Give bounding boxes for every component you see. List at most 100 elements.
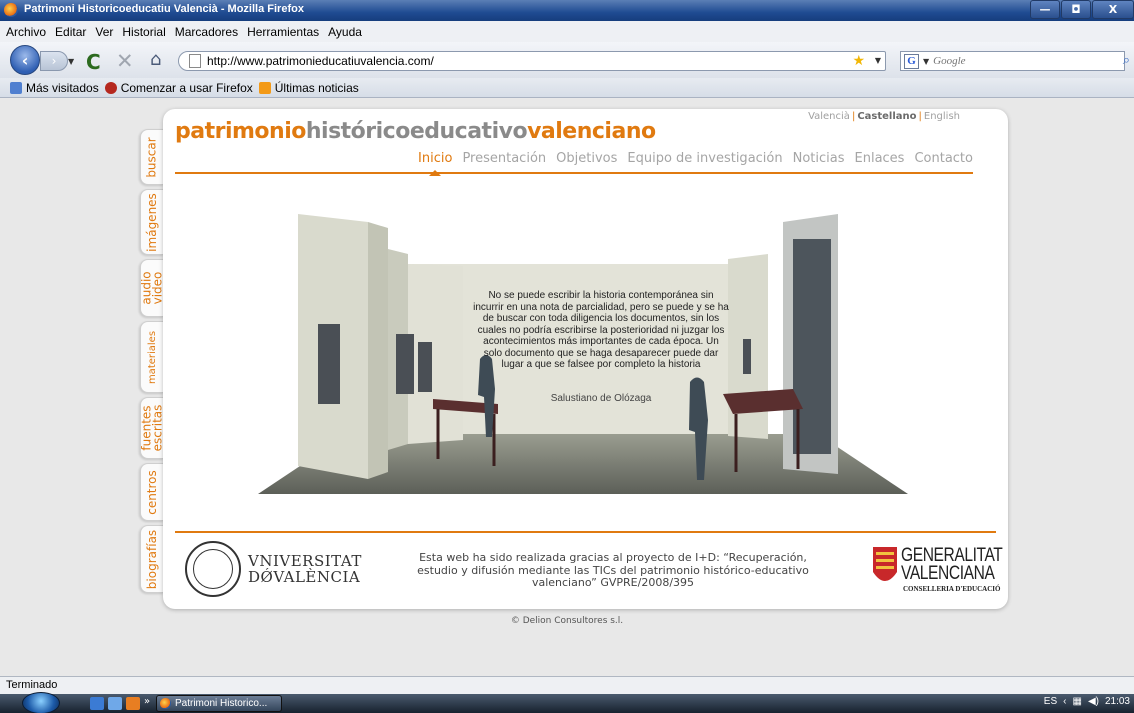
university-seal-icon[interactable] <box>185 541 241 597</box>
side-tab-label: biografías <box>145 529 159 589</box>
menu-marcadores[interactable]: Marcadores <box>175 25 238 39</box>
window-title: Patrimoni Historicoeducatiu Valencià - M… <box>24 3 304 15</box>
minimize-button[interactable]: — <box>1030 0 1060 19</box>
reload-button[interactable]: C <box>86 50 101 74</box>
search-icon[interactable]: ⌕ <box>1123 53 1130 68</box>
footer-divider <box>175 531 996 533</box>
search-input[interactable] <box>933 55 1094 67</box>
side-tab-imagenes[interactable]: imágenes <box>140 189 164 255</box>
search-bar: G ▼ ⌕ <box>900 51 1130 71</box>
search-engine-dropdown-icon[interactable]: ▼ <box>923 57 929 66</box>
bookmark-ultimas-noticias[interactable]: Últimas noticias <box>258 80 359 95</box>
lang-separator: | <box>851 111 856 122</box>
back-button[interactable]: ‹ <box>10 45 40 75</box>
menu-editar[interactable]: Editar <box>55 25 86 39</box>
show-desktop-icon[interactable] <box>90 697 104 710</box>
bookmarks-toolbar: Más visitados Comenzar a usar Firefox Úl… <box>0 78 1134 98</box>
volume-icon[interactable]: ◀) <box>1088 696 1099 707</box>
window-titlebar: Patrimoni Historicoeducatiu Valencià - M… <box>0 0 1134 21</box>
forward-button[interactable]: › <box>40 51 68 71</box>
university-line-1: VNIVERSITAT <box>248 552 362 570</box>
google-icon[interactable]: G <box>904 53 919 69</box>
lang-valencia[interactable]: Valencià <box>808 111 850 122</box>
smart-bookmark-icon <box>10 81 22 94</box>
network-icon[interactable]: ▦ <box>1072 696 1081 707</box>
side-tab-materiales[interactable]: materiales <box>140 321 164 393</box>
side-tab-fuentes-escritas[interactable]: fuentes escritas <box>139 397 165 459</box>
page-icon <box>189 54 201 68</box>
logo-part-2: históricoeducativo <box>305 119 528 144</box>
menu-herramientas[interactable]: Herramientas <box>247 25 319 39</box>
clock[interactable]: 21:03 <box>1105 696 1130 707</box>
nav-contacto[interactable]: Contacto <box>914 151 973 166</box>
system-tray: ES ‹ ▦ ◀) 21:03 <box>1038 696 1130 707</box>
side-tab-label: fuentes escritas <box>139 404 165 452</box>
bookmark-comenzar-firefox[interactable]: Comenzar a usar Firefox <box>104 80 253 95</box>
conselleria-label: CONSELLERIA D'EDUCACIÓ <box>903 585 1001 593</box>
start-button[interactable] <box>22 692 60 713</box>
side-tab-buscar[interactable]: buscar <box>140 129 164 185</box>
side-tab-label: audio video <box>139 271 165 305</box>
generalitat-line-2: VALENCIANA <box>901 563 995 584</box>
lang-separator: | <box>918 111 922 122</box>
input-language[interactable]: ES <box>1044 696 1057 707</box>
project-credit: Esta web ha sido realizada gracias al pr… <box>417 551 809 589</box>
lang-english[interactable]: English <box>924 111 960 122</box>
generalitat-shield-icon <box>873 547 897 581</box>
navigation-toolbar: › ‹ ▼ C ✕ ⌂ http://www.patrimonieducatiu… <box>0 42 1134 78</box>
media-player-icon[interactable] <box>126 697 140 710</box>
lang-castellano[interactable]: Castellano <box>857 111 916 122</box>
copyright: © Delion Consultores s.l. <box>510 616 624 626</box>
window-controls: — ◘ X <box>1029 0 1134 21</box>
bookmark-mas-visitados[interactable]: Más visitados <box>10 81 99 95</box>
side-tab-centros[interactable]: centros <box>140 463 164 521</box>
bookmark-label: Comenzar a usar Firefox <box>120 80 253 95</box>
bookmark-star-icon[interactable]: ★ <box>852 53 865 69</box>
bookmark-label: Últimas noticias <box>274 80 359 95</box>
nav-enlaces[interactable]: Enlaces <box>855 151 905 166</box>
side-tab-label: materiales <box>147 330 159 384</box>
url-text[interactable]: http://www.patrimonieducatiuvalencia.com… <box>207 54 434 68</box>
menu-ver[interactable]: Ver <box>95 25 113 39</box>
quicklaunch-overflow-icon[interactable]: » <box>144 696 150 707</box>
browser-content: buscar imágenes audio video materiales f… <box>0 99 1134 676</box>
nav-objetivos[interactable]: Objetivos <box>556 151 617 166</box>
nav-inicio[interactable]: Inicio <box>418 151 452 176</box>
generalitat-name[interactable]: GENERALITAT VALENCIANA <box>901 546 1003 584</box>
menu-archivo[interactable]: Archivo <box>6 25 46 39</box>
quote-author: Salustiano de Olózaga <box>550 393 652 404</box>
taskbar: » Patrimoni Historico... ES ‹ ▦ ◀) 21:03 <box>0 692 1134 713</box>
rss-icon <box>258 81 271 94</box>
menubar: Archivo Editar Ver Historial Marcadores … <box>0 21 1134 42</box>
url-dropdown-icon[interactable]: ▼ <box>875 56 881 65</box>
menu-ayuda[interactable]: Ayuda <box>328 25 362 39</box>
side-tab-label: buscar <box>145 136 160 178</box>
stop-button[interactable]: ✕ <box>116 49 134 73</box>
side-tab-audio-video[interactable]: audio video <box>139 259 165 317</box>
menu-historial[interactable]: Historial <box>122 25 165 39</box>
maximize-button[interactable]: ◘ <box>1061 0 1091 19</box>
tray-expand-icon[interactable]: ‹ <box>1063 696 1066 707</box>
university-name: VNIVERSITAT DǾVALÈNCIA <box>248 553 362 585</box>
history-dropdown-icon[interactable]: ▼ <box>68 57 74 66</box>
nav-equipo[interactable]: Equipo de investigación <box>627 151 782 166</box>
main-nav: Inicio Presentación Objetivos Equipo de … <box>408 151 973 176</box>
university-line-2: DǾVALÈNCIA <box>248 568 361 586</box>
side-tab-biografias[interactable]: biografías <box>140 525 164 593</box>
firefox-bookmark-icon <box>104 81 117 94</box>
logo-part-1: patrimonio <box>175 119 306 144</box>
home-button[interactable]: ⌂ <box>150 49 161 70</box>
taskbar-item-firefox[interactable]: Patrimoni Historico... <box>156 695 282 712</box>
status-text: Terminado <box>6 679 58 691</box>
close-button[interactable]: X <box>1092 0 1134 19</box>
status-bar: Terminado <box>0 676 1134 694</box>
nav-noticias[interactable]: Noticias <box>793 151 845 166</box>
nav-divider <box>175 172 973 174</box>
nav-presentacion[interactable]: Presentación <box>462 151 546 166</box>
address-bar[interactable]: http://www.patrimonieducatiuvalencia.com… <box>178 51 886 71</box>
switch-windows-icon[interactable] <box>108 697 122 710</box>
firefox-icon <box>160 698 171 709</box>
site-logo[interactable]: patrimoniohistóricoeducativovalenciano <box>175 119 656 144</box>
firefox-icon <box>4 3 18 17</box>
quote-text: No se puede escribir la historia contemp… <box>473 290 729 370</box>
